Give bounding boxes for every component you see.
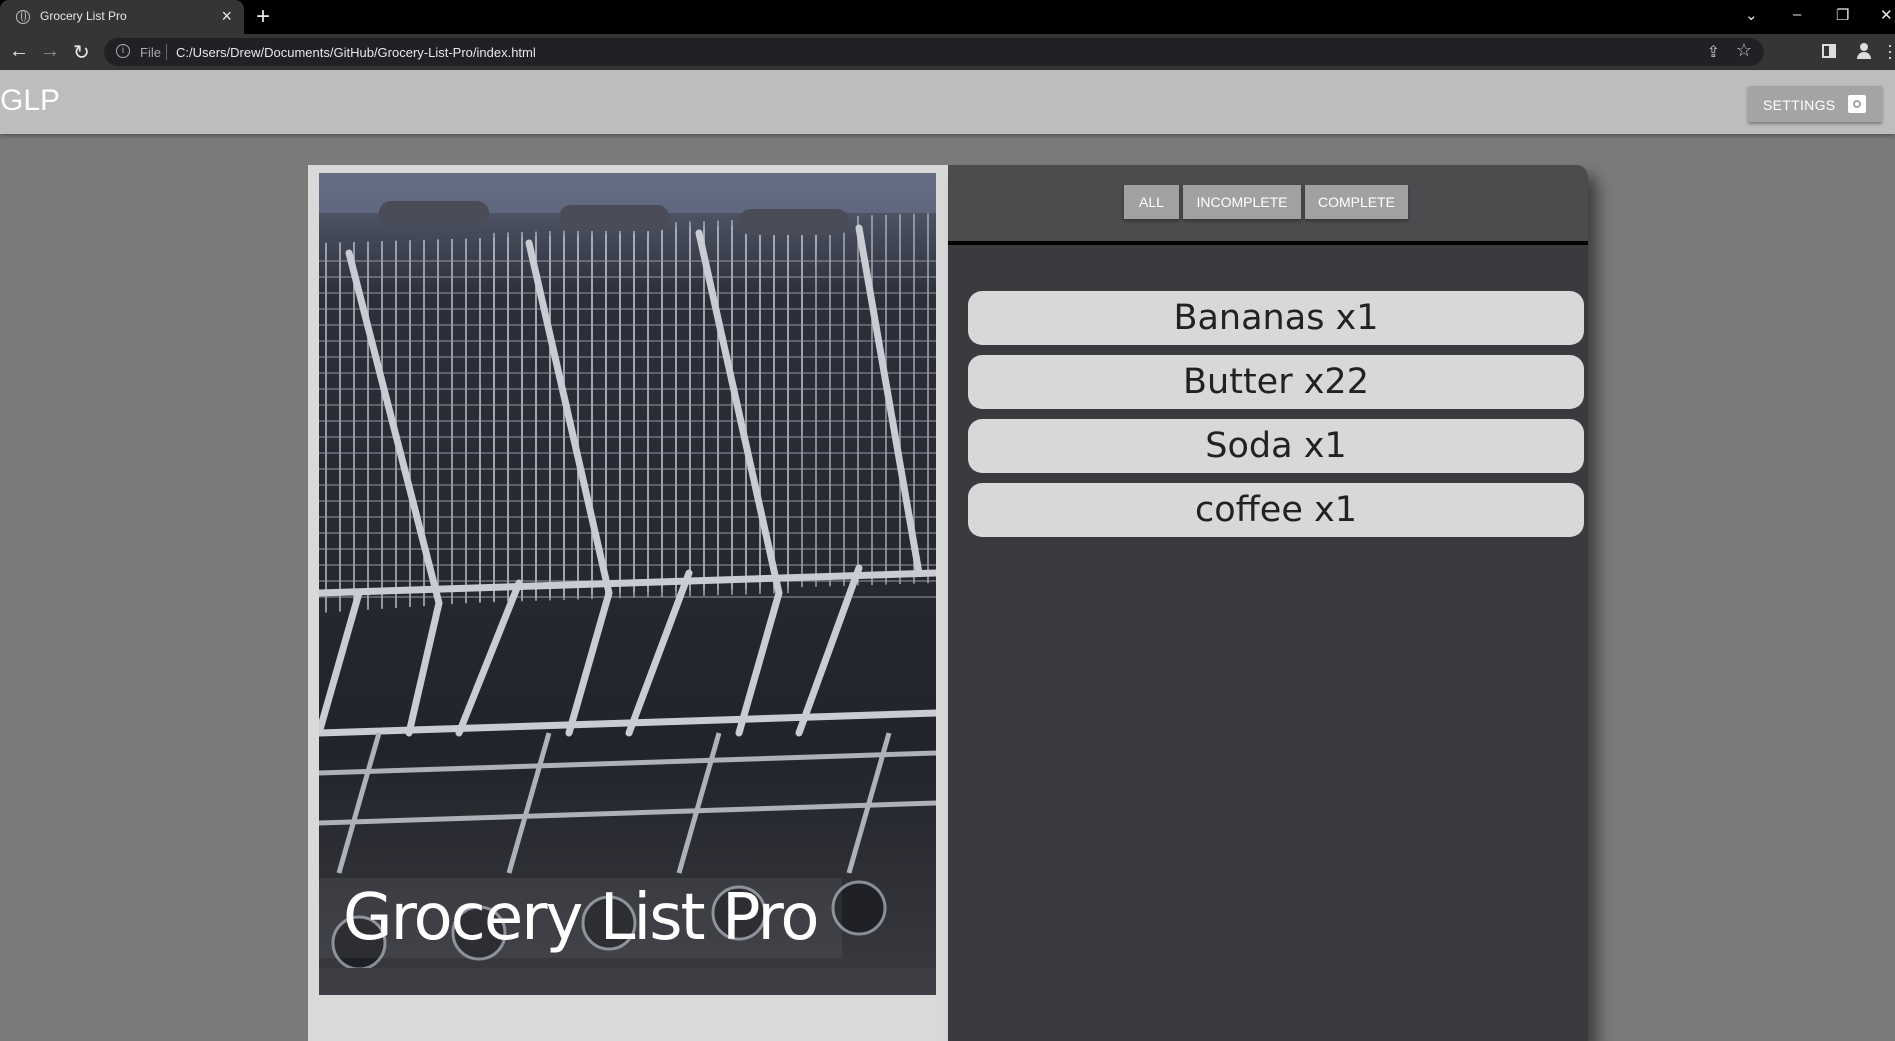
restore-icon[interactable]: ❐ (1836, 6, 1849, 24)
site-info-icon[interactable]: i (116, 44, 130, 58)
url-text[interactable]: C:/Users/Drew/Documents/GitHub/Grocery-L… (176, 45, 536, 60)
app-header: GLP SETTINGS (0, 70, 1895, 134)
app-logo[interactable]: GLP (0, 84, 60, 118)
reload-icon[interactable]: ↻ (73, 40, 90, 65)
share-icon[interactable]: ⇪ (1707, 42, 1720, 62)
list-item[interactable]: Butter x22 (968, 355, 1584, 409)
browser-toolbar: ← → ↻ i File C:/Users/Drew/Documents/Git… (0, 34, 1895, 70)
filter-incomplete-button[interactable]: INCOMPLETE (1183, 185, 1301, 219)
filter-bar: ALL INCOMPLETE COMPLETE (948, 165, 1588, 245)
hero-title: Grocery List Pro (319, 878, 842, 958)
side-panel-icon[interactable] (1822, 44, 1836, 58)
hero-panel: Grocery List Pro (308, 165, 948, 1041)
profile-icon[interactable] (1855, 42, 1873, 60)
list-item[interactable]: coffee x1 (968, 483, 1584, 537)
gear-icon (1848, 95, 1866, 113)
filter-complete-button[interactable]: COMPLETE (1305, 185, 1408, 219)
divider (166, 44, 167, 60)
window-close-icon[interactable]: ✕ (1880, 6, 1893, 24)
address-bar[interactable]: i File C:/Users/Drew/Documents/GitHub/Gr… (104, 38, 1764, 66)
shopping-carts-illustration (319, 173, 936, 995)
back-icon[interactable]: ← (9, 40, 29, 63)
tab-title: Grocery List Pro (40, 9, 127, 23)
grocery-list-panel: ALL INCOMPLETE COMPLETE Bananas x1 Butte… (948, 165, 1588, 1041)
bookmark-star-icon[interactable]: ☆ (1736, 40, 1752, 61)
shopping-carts-image: Grocery List Pro (319, 173, 936, 995)
list-item[interactable]: Soda x1 (968, 419, 1584, 473)
browser-tab[interactable]: Grocery List Pro × (0, 0, 244, 34)
forward-icon[interactable]: → (40, 40, 60, 63)
filter-all-button[interactable]: ALL (1124, 185, 1179, 219)
new-tab-icon[interactable]: + (256, 3, 270, 31)
minimize-icon[interactable]: – (1793, 6, 1801, 23)
settings-label: SETTINGS (1763, 97, 1836, 113)
globe-icon (16, 10, 30, 24)
tab-close-icon[interactable]: × (221, 6, 232, 27)
list-item[interactable]: Bananas x1 (968, 291, 1584, 345)
browser-menu-icon[interactable]: · · · (1887, 36, 1893, 66)
scheme-label: File (140, 45, 161, 60)
tab-search-icon[interactable]: ⌄ (1745, 6, 1758, 24)
settings-button[interactable]: SETTINGS (1748, 86, 1882, 122)
browser-tab-bar: Grocery List Pro × + ⌄ – ❐ ✕ (0, 0, 1895, 34)
